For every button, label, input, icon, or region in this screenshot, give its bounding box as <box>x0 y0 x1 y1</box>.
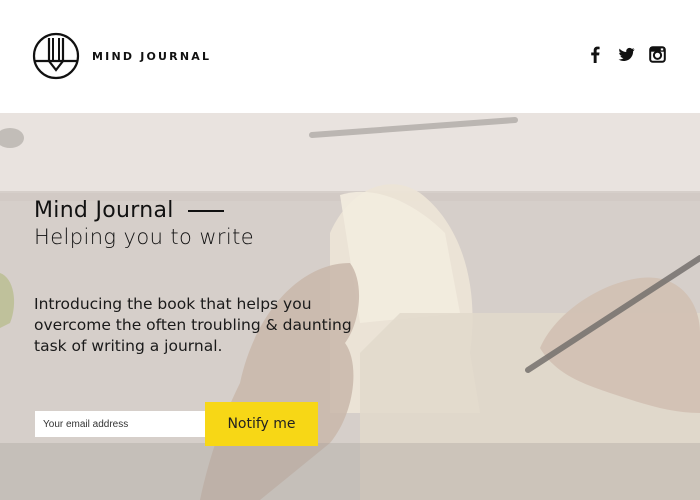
pencil-circle-icon <box>32 32 80 80</box>
hero-intro-text: Introducing the book that helps you over… <box>34 295 352 355</box>
hero-section: Mind Journal Helping you to write Introd… <box>0 113 700 500</box>
email-field[interactable] <box>35 411 205 437</box>
facebook-icon[interactable] <box>587 46 604 63</box>
hero-title-text: Mind Journal <box>34 198 174 223</box>
notify-me-button[interactable]: Notify me <box>205 402 318 446</box>
twitter-icon[interactable] <box>618 46 635 63</box>
site-header: MIND JOURNAL <box>0 0 700 113</box>
title-dash-divider <box>187 209 224 212</box>
hero-title: Mind Journal <box>34 198 254 223</box>
hero-heading: Mind Journal Helping you to write <box>34 198 254 249</box>
email-signup-form: Notify me <box>35 402 318 446</box>
social-links <box>587 46 666 63</box>
brand-logo[interactable]: MIND JOURNAL <box>32 32 211 80</box>
instagram-icon[interactable] <box>649 46 666 63</box>
brand-name: MIND JOURNAL <box>92 49 212 63</box>
hero-subtitle: Helping you to write <box>34 225 255 249</box>
